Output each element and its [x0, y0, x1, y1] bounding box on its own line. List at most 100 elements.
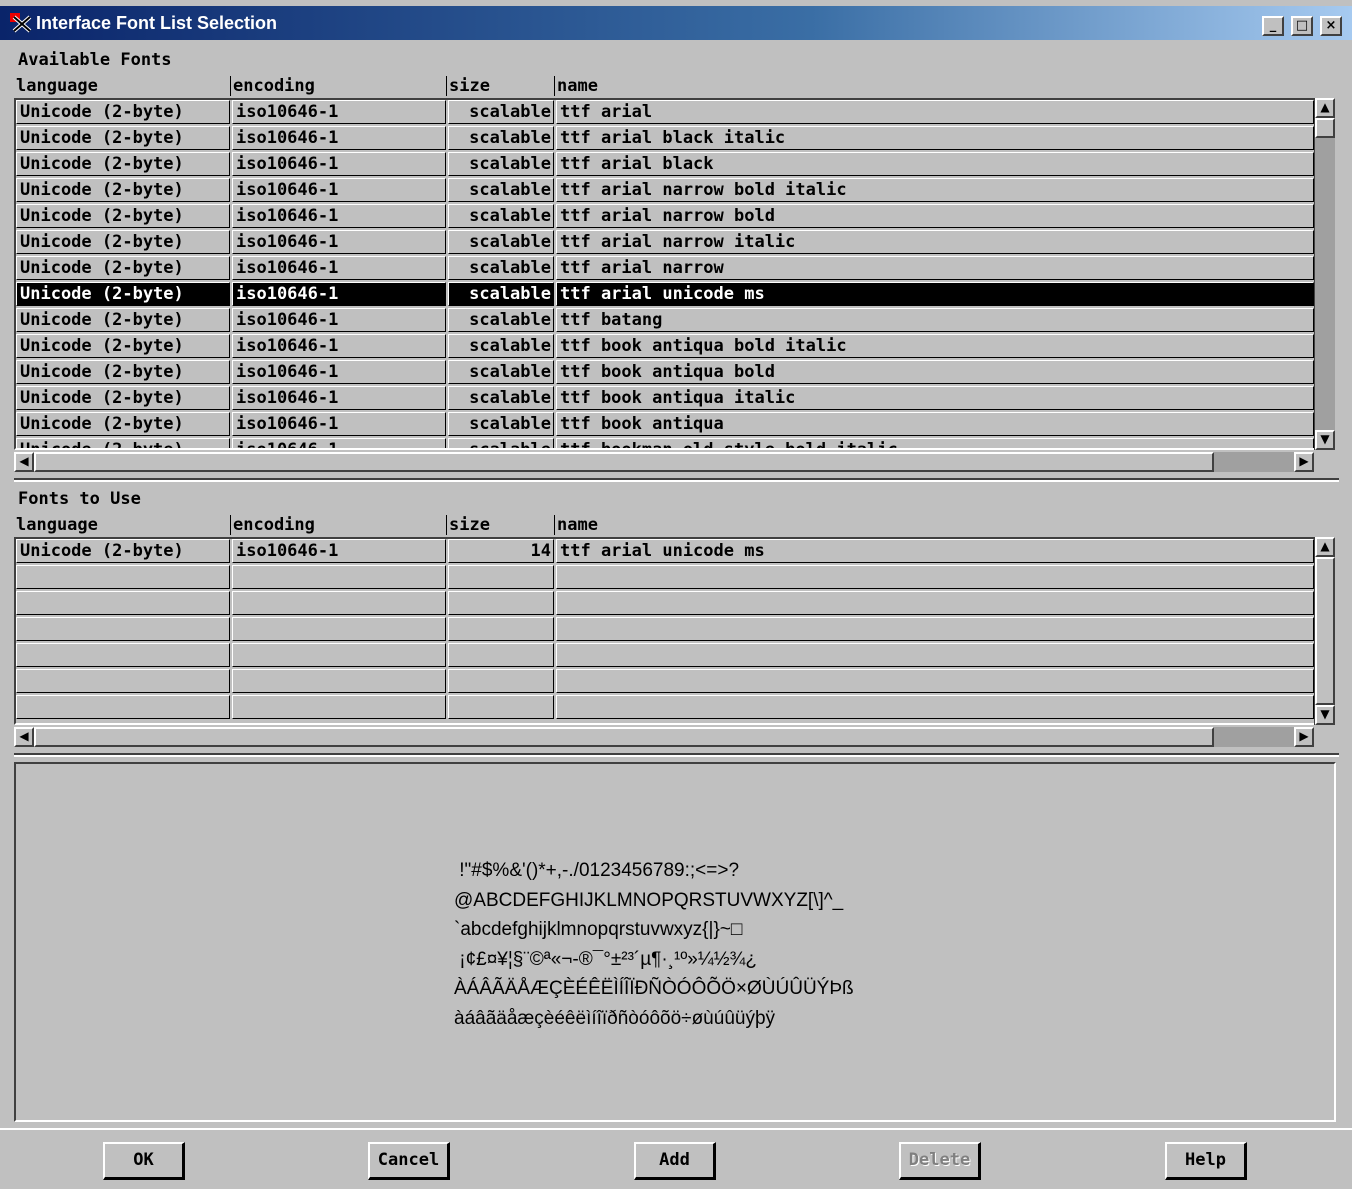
scroll-thumb[interactable]	[1315, 118, 1335, 138]
cancel-button[interactable]: Cancel	[368, 1142, 450, 1180]
column-header-language[interactable]: language	[14, 515, 230, 535]
table-row[interactable]: Unicode (2-byte) iso10646-1 scalable ttf bo…	[16, 386, 1314, 412]
scroll-up-icon[interactable]: ▲	[1315, 98, 1335, 118]
cell-language	[16, 669, 230, 693]
help-button[interactable]: Help	[1165, 1142, 1247, 1180]
table-row[interactable]: Unicode (2-byte) iso10646-1 scalable ttf ba…	[16, 308, 1314, 334]
cell-size: scalable	[448, 412, 554, 436]
cell-language: Unicode (2-byte)	[16, 386, 230, 410]
cell-language: Unicode (2-byte)	[16, 308, 230, 332]
cell-language: Unicode (2-byte)	[16, 178, 230, 202]
fonts-to-use-hscrollbar[interactable]: ◀ ▶	[14, 727, 1314, 747]
cell-name	[556, 565, 1314, 589]
minimize-icon[interactable]: _	[1261, 16, 1284, 36]
scroll-down-icon[interactable]: ▼	[1315, 430, 1335, 450]
table-row[interactable]	[16, 617, 1314, 643]
table-row[interactable]: Unicode (2-byte) iso10646-1 scalable ttf ar…	[16, 152, 1314, 178]
cell-size	[448, 695, 554, 719]
column-header-size[interactable]: size	[446, 76, 554, 96]
cell-encoding	[232, 591, 446, 615]
scroll-right-icon[interactable]: ▶	[1294, 727, 1314, 747]
hscroll-thumb[interactable]	[34, 452, 1214, 472]
cell-name: ttf book antiqua italic	[556, 386, 1314, 410]
table-row[interactable]: Unicode (2-byte) iso10646-1 scalable ttf bo…	[16, 360, 1314, 386]
table-row[interactable]: Unicode (2-byte) iso10646-1 scalable ttf bo…	[16, 438, 1314, 448]
cell-language: Unicode (2-byte)	[16, 100, 230, 124]
preview-line: ÀÁÂÃÄÅÆÇÈÉÊËÌÍÎÏÐÑÒÓÔÕÖ×ØÙÚÛÜÝÞß	[454, 978, 854, 999]
table-row[interactable]: Unicode (2-byte) iso10646-1 scalable ttf ar…	[16, 230, 1314, 256]
table-row[interactable]	[16, 643, 1314, 669]
cell-size: scalable	[448, 204, 554, 228]
scroll-right-icon[interactable]: ▶	[1294, 452, 1314, 472]
maximize-icon[interactable]: □	[1290, 16, 1313, 36]
scroll-left-icon[interactable]: ◀	[14, 727, 34, 747]
cell-name	[556, 669, 1314, 693]
cell-encoding: iso10646-1	[232, 152, 446, 176]
cell-size: 14	[448, 539, 554, 563]
cell-language: Unicode (2-byte)	[16, 282, 230, 306]
table-row[interactable]	[16, 695, 1314, 721]
cell-name: ttf arial unicode ms	[556, 282, 1314, 306]
cell-name: ttf batang	[556, 308, 1314, 332]
table-row[interactable]: Unicode (2-byte) iso10646-1 scalable ttf bo…	[16, 334, 1314, 360]
add-button[interactable]: Add	[634, 1142, 716, 1180]
pane-divider[interactable]	[14, 753, 1339, 757]
cell-size: scalable	[448, 230, 554, 254]
column-header-language[interactable]: language	[14, 76, 230, 96]
table-row[interactable]	[16, 591, 1314, 617]
button-bar: OK Cancel Add Delete Help	[0, 1128, 1352, 1189]
table-row[interactable]: Unicode (2-byte) iso10646-1 scalable ttf ar…	[16, 178, 1314, 204]
available-fonts-hscrollbar[interactable]: ◀ ▶	[14, 452, 1314, 472]
scroll-up-icon[interactable]: ▲	[1315, 537, 1335, 557]
ok-button[interactable]: OK	[103, 1142, 185, 1180]
column-header-name[interactable]: name	[554, 76, 1314, 96]
cell-name: ttf arial unicode ms	[556, 539, 1314, 563]
fonts-to-use-table[interactable]: Unicode (2-byte) iso10646-1 14 ttf arial un…	[14, 537, 1314, 725]
cell-encoding: iso10646-1	[232, 412, 446, 436]
cell-size: scalable	[448, 256, 554, 280]
table-row[interactable]: Unicode (2-byte) iso10646-1 scalable ttf ar…	[16, 126, 1314, 152]
cell-encoding	[232, 695, 446, 719]
cell-encoding: iso10646-1	[232, 230, 446, 254]
fonts-to-use-vscrollbar[interactable]: ▲ ▼	[1314, 537, 1335, 725]
table-row[interactable]: Unicode (2-byte) iso10646-1 scalable ttf ar…	[16, 204, 1314, 230]
available-fonts-table[interactable]: Unicode (2-byte) iso10646-1 scalable ttf ar…	[14, 98, 1314, 450]
table-row[interactable]: Unicode (2-byte) iso10646-1 scalable ttf ar…	[16, 256, 1314, 282]
cell-language: Unicode (2-byte)	[16, 204, 230, 228]
cell-encoding	[232, 669, 446, 693]
preview-line: !"#$%&'()*+,-./0123456789:;<=>?	[454, 860, 740, 881]
table-row[interactable]: Unicode (2-byte) iso10646-1 14 ttf arial un…	[16, 539, 1314, 565]
table-row[interactable]	[16, 669, 1314, 695]
scroll-down-icon[interactable]: ▼	[1315, 705, 1335, 725]
cell-encoding: iso10646-1	[232, 126, 446, 150]
hscroll-thumb[interactable]	[34, 727, 1214, 747]
table-row[interactable]: Unicode (2-byte) iso10646-1 scalable ttf bo…	[16, 412, 1314, 438]
cell-language: Unicode (2-byte)	[16, 152, 230, 176]
scroll-left-icon[interactable]: ◀	[14, 452, 34, 472]
cell-name	[556, 617, 1314, 641]
available-fonts-label: Available Fonts	[18, 50, 172, 70]
column-header-encoding[interactable]: encoding	[230, 515, 446, 535]
table-row[interactable]	[16, 565, 1314, 591]
available-fonts-vscrollbar[interactable]: ▲ ▼	[1314, 98, 1335, 450]
table-row[interactable]: Unicode (2-byte) iso10646-1 scalable ttf ar…	[16, 282, 1314, 308]
font-preview-text: !"#$%&'()*+,-./0123456789:;<=>? @ABCDEFGH…	[454, 856, 854, 1033]
cell-encoding: iso10646-1	[232, 360, 446, 384]
cell-language	[16, 565, 230, 589]
column-header-name[interactable]: name	[554, 515, 1314, 535]
cell-name: ttf book antiqua	[556, 412, 1314, 436]
font-preview-panel: !"#$%&'()*+,-./0123456789:;<=>? @ABCDEFGH…	[14, 762, 1336, 1122]
cell-name: ttf book antiqua bold italic	[556, 334, 1314, 358]
pane-divider[interactable]	[14, 478, 1339, 482]
cell-name: ttf arial black	[556, 152, 1314, 176]
cell-name: ttf bookman old style bold italic	[556, 438, 1314, 448]
scroll-thumb[interactable]	[1315, 557, 1335, 705]
cell-language: Unicode (2-byte)	[16, 412, 230, 436]
cell-language	[16, 617, 230, 641]
table-row[interactable]: Unicode (2-byte) iso10646-1 scalable ttf ar…	[16, 100, 1314, 126]
cell-name	[556, 695, 1314, 719]
close-icon[interactable]: ×	[1320, 16, 1342, 36]
cell-size: scalable	[448, 360, 554, 384]
column-header-encoding[interactable]: encoding	[230, 76, 446, 96]
column-header-size[interactable]: size	[446, 515, 554, 535]
